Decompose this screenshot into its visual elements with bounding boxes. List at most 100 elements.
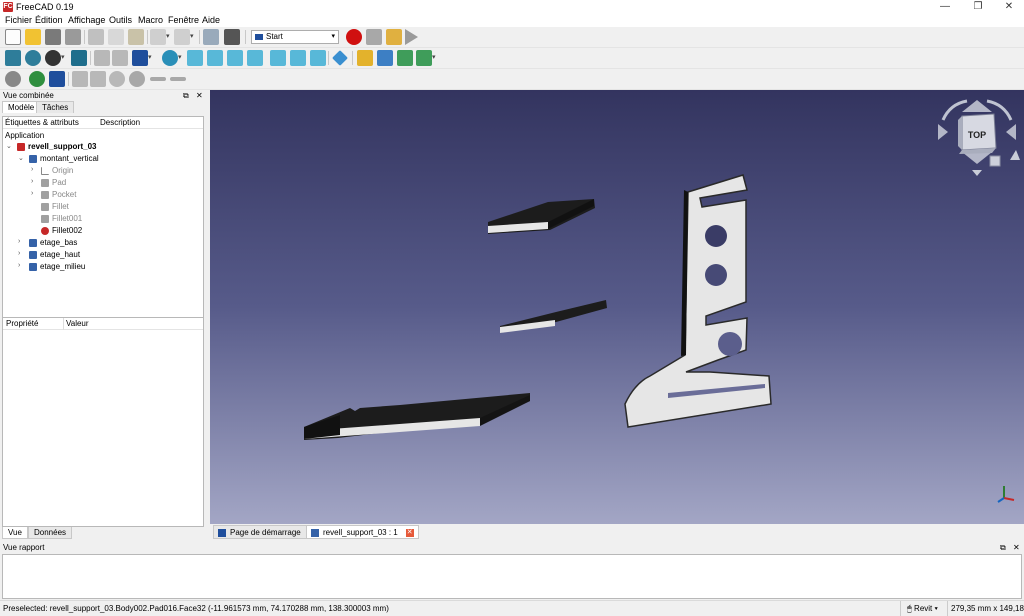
- combo-view-panel: Vue combinée ⧉ ✕ Modèle Tâches Étiquette…: [0, 90, 208, 540]
- view-top-icon[interactable]: [227, 50, 243, 66]
- menu-aide[interactable]: Aide: [202, 15, 220, 25]
- toolbar-view: ▾ ▾ ▾ ▾: [0, 48, 1024, 69]
- column-description[interactable]: Description: [100, 117, 140, 129]
- menu-outils[interactable]: Outils: [109, 15, 132, 25]
- create-group-icon[interactable]: [377, 50, 393, 66]
- web-stop-icon[interactable]: [129, 71, 145, 87]
- expand-icon[interactable]: ›: [31, 178, 33, 185]
- expand-icon[interactable]: ›: [31, 190, 33, 197]
- macro-play-icon[interactable]: [405, 29, 418, 45]
- menu-fenetre[interactable]: Fenêtre: [168, 15, 199, 25]
- vertical-bracket-part[interactable]: [624, 174, 772, 428]
- web-home-icon[interactable]: [29, 71, 45, 87]
- shelf-part-lower[interactable]: [304, 393, 530, 440]
- macro-record-icon[interactable]: [346, 29, 362, 45]
- view-isometric-icon[interactable]: [187, 50, 203, 66]
- open-folder-icon[interactable]: [25, 29, 41, 45]
- workbench-selector[interactable]: Start ▾: [251, 30, 339, 44]
- zoom-dropdown-icon[interactable]: ▾: [178, 53, 182, 61]
- menu-fichier[interactable]: Fichier: [5, 15, 32, 25]
- make-link-icon[interactable]: [397, 50, 413, 66]
- menu-edition[interactable]: Édition: [35, 15, 63, 25]
- redo-icon[interactable]: [174, 29, 190, 45]
- new-document-icon[interactable]: [5, 29, 21, 45]
- report-output[interactable]: [2, 554, 1022, 599]
- column-labels[interactable]: Étiquettes & attributs: [5, 117, 79, 129]
- web-go-icon[interactable]: [49, 71, 65, 87]
- zoom-icon[interactable]: [162, 50, 178, 66]
- measure-icon[interactable]: [332, 50, 348, 66]
- expand-icon[interactable]: ›: [18, 250, 20, 257]
- close-window-button[interactable]: ✕: [994, 0, 1024, 14]
- stop-loading-icon[interactable]: [5, 71, 21, 87]
- create-part-icon[interactable]: [357, 50, 373, 66]
- web-forward-icon[interactable]: [90, 71, 106, 87]
- std-views-dropdown-icon[interactable]: ▾: [148, 53, 152, 61]
- view-left-icon[interactable]: [310, 50, 326, 66]
- navigation-cube[interactable]: TOP: [938, 99, 1020, 176]
- draw-style-icon[interactable]: [45, 50, 61, 66]
- whats-this-icon[interactable]: [224, 29, 240, 45]
- undo-dropdown-icon[interactable]: ▾: [166, 32, 170, 40]
- body-icon: [29, 263, 37, 271]
- link-actions-icon[interactable]: [416, 50, 432, 66]
- tab-taches[interactable]: Tâches: [36, 101, 75, 113]
- view-front-icon[interactable]: [207, 50, 223, 66]
- view-bottom-icon[interactable]: [290, 50, 306, 66]
- fit-selection-icon[interactable]: [25, 50, 41, 66]
- cut-icon[interactable]: [88, 29, 104, 45]
- close-tab-icon[interactable]: ✕: [405, 529, 414, 537]
- view-rear-icon[interactable]: [270, 50, 286, 66]
- paste-icon[interactable]: [128, 29, 144, 45]
- column-valeur[interactable]: Valeur: [66, 318, 89, 330]
- 3d-scene[interactable]: TOP: [210, 90, 1024, 524]
- shelf-part-upper[interactable]: [488, 199, 595, 234]
- close-panel-icon[interactable]: ✕: [196, 90, 203, 101]
- redo-dropdown-icon[interactable]: ▾: [190, 32, 194, 40]
- tab-modele[interactable]: Modèle: [2, 101, 41, 113]
- tab-vue[interactable]: Vue: [2, 527, 28, 539]
- web-refresh-icon[interactable]: [109, 71, 125, 87]
- origin-icon: [41, 167, 49, 175]
- sync-view-icon[interactable]: [71, 50, 87, 66]
- macro-edit-icon[interactable]: [386, 29, 402, 45]
- expand-icon[interactable]: ›: [18, 262, 20, 269]
- copy-icon[interactable]: [108, 29, 124, 45]
- tree-label: Fillet001: [52, 214, 83, 223]
- fit-all-icon[interactable]: [5, 50, 21, 66]
- tab-donnees[interactable]: Données: [28, 527, 73, 539]
- column-divider[interactable]: [63, 318, 64, 330]
- print-icon[interactable]: [65, 29, 81, 45]
- save-icon[interactable]: [45, 29, 61, 45]
- back-arrow-icon[interactable]: [94, 50, 110, 66]
- 3d-viewport[interactable]: TOP: [210, 90, 1024, 524]
- zoom-in-icon[interactable]: [150, 77, 166, 81]
- std-views-icon[interactable]: [132, 50, 148, 66]
- menu-macro[interactable]: Macro: [138, 15, 163, 25]
- refresh-icon[interactable]: [203, 29, 219, 45]
- undo-icon[interactable]: [150, 29, 166, 45]
- web-back-icon[interactable]: [72, 71, 88, 87]
- collapse-icon[interactable]: ⌄: [18, 154, 24, 162]
- forward-arrow-icon[interactable]: [112, 50, 128, 66]
- draw-style-dropdown-icon[interactable]: ▾: [61, 53, 65, 61]
- restore-button[interactable]: ❐: [963, 0, 993, 14]
- separator: [352, 51, 353, 65]
- column-propriete[interactable]: Propriété: [6, 318, 38, 330]
- view-right-icon[interactable]: [247, 50, 263, 66]
- link-dropdown-icon[interactable]: ▾: [432, 53, 436, 61]
- minimize-button[interactable]: —: [930, 0, 960, 14]
- expand-icon[interactable]: ›: [31, 166, 33, 173]
- status-message: Preselected: revell_support_03.Body002.P…: [3, 604, 389, 613]
- collapse-icon[interactable]: ⌄: [6, 142, 12, 150]
- macro-stop-icon[interactable]: [366, 29, 382, 45]
- float-panel-icon[interactable]: ⧉: [183, 90, 189, 101]
- close-panel-icon[interactable]: ✕: [1013, 542, 1020, 553]
- tab-document-view[interactable]: revell_support_03 : 1 ✕: [306, 525, 419, 539]
- navigation-style-selector[interactable]: 🖱 Revit ▾: [907, 601, 938, 616]
- menu-affichage[interactable]: Affichage: [68, 15, 105, 25]
- float-panel-icon[interactable]: ⧉: [1000, 542, 1006, 553]
- shelf-part-middle[interactable]: [500, 300, 607, 333]
- zoom-out-icon[interactable]: [170, 77, 186, 81]
- expand-icon[interactable]: ›: [18, 238, 20, 245]
